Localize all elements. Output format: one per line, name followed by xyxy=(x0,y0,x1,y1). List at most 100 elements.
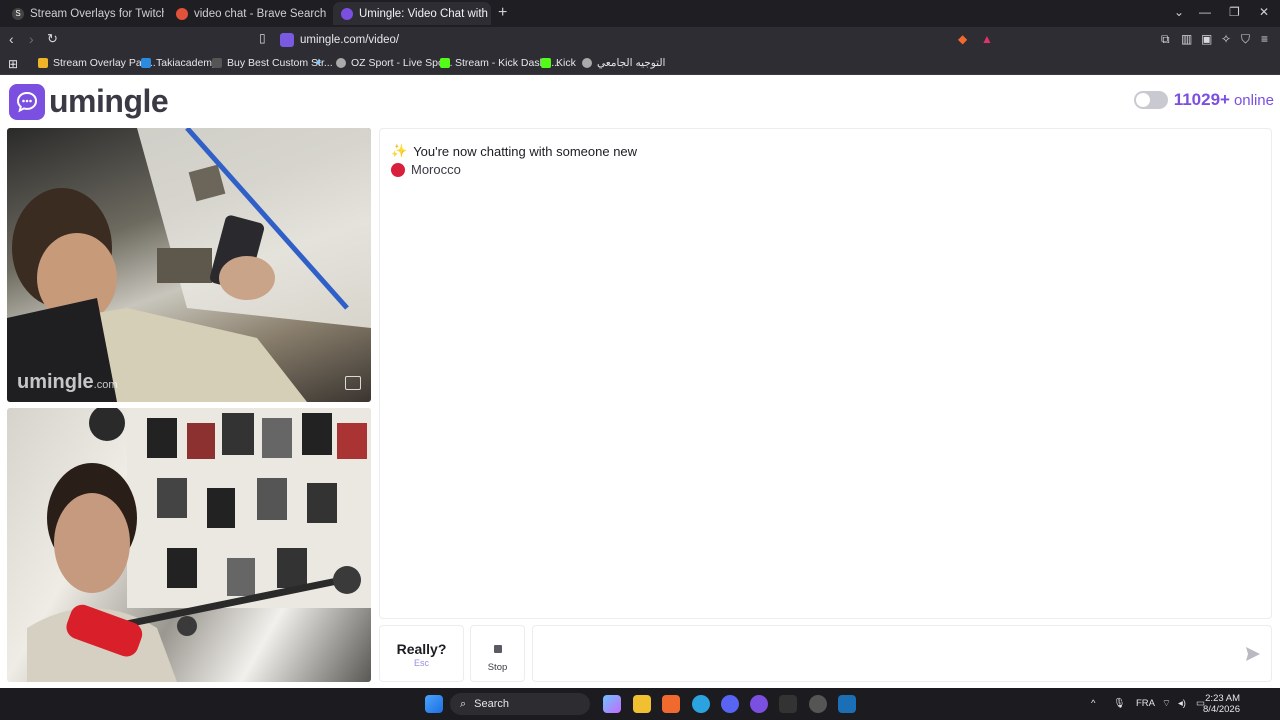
tab-list-chevron-icon[interactable]: ⌄ xyxy=(1174,5,1184,19)
apps-grid-icon[interactable]: ⊞ xyxy=(8,57,18,71)
wallet-icon[interactable]: ▣ xyxy=(1201,32,1212,46)
reload-icon[interactable]: ↻ xyxy=(47,31,58,47)
site-info-icon[interactable] xyxy=(280,33,294,47)
umingle-watermark: umingle.com xyxy=(17,371,118,393)
windows-start-icon[interactable] xyxy=(425,695,443,713)
sidebar-icon[interactable]: ▥ xyxy=(1181,32,1192,46)
bookmark-favicon-icon xyxy=(141,58,151,68)
tab-label: Umingle: Video Chat with Str xyxy=(359,7,491,20)
forward-icon[interactable]: › xyxy=(29,31,34,47)
microphone-icon[interactable]: 🎙 xyxy=(1113,698,1125,709)
bookmark-takiacademy[interactable]: Takiacademy xyxy=(141,57,217,69)
bookmark-kick[interactable]: Kick xyxy=(541,57,576,69)
send-icon[interactable] xyxy=(1245,646,1261,662)
bookmark-sparkle-icon[interactable]: ✦ xyxy=(314,57,323,69)
leo-ai-icon[interactable]: ✧ xyxy=(1221,32,1231,46)
address-bar[interactable]: umingle.com/video/ xyxy=(280,30,1000,50)
windows-taskbar: ⌕ Search ^ 🎙 FRA ⌔ ◂) ▭ 2:23 AM 8/4/2026 xyxy=(0,688,1280,720)
umingle-page: umingle 11029+ online umingle.com ✨ You'… xyxy=(0,76,1280,688)
discord-icon[interactable] xyxy=(721,695,739,713)
brave-rewards-icon[interactable]: ▲ xyxy=(981,32,993,46)
chat-bubble-icon xyxy=(9,83,45,120)
self-video-frame xyxy=(27,408,371,682)
window-close-icon[interactable]: ✕ xyxy=(1259,5,1269,19)
tray-chevron-icon[interactable]: ^ xyxy=(1091,698,1095,709)
stop-square-icon xyxy=(493,645,502,653)
bookmark-favicon-icon xyxy=(38,58,48,68)
bookmark-orientation[interactable]: التوجيه الجامعي xyxy=(582,57,665,69)
chat-panel: ✨ You're now chatting with someone new M… xyxy=(379,128,1272,619)
tab-umingle[interactable]: Umingle: Video Chat with Str ✕ xyxy=(333,2,491,25)
morocco-flag-icon xyxy=(391,162,405,177)
copilot-icon[interactable] xyxy=(603,695,621,713)
date: 8/4/2026 xyxy=(1203,704,1240,715)
tab-brave-search[interactable]: video chat - Brave Search xyxy=(168,2,330,25)
message-input[interactable] xyxy=(532,625,1272,682)
telegram-icon[interactable] xyxy=(692,695,710,713)
brave-shield-icon[interactable]: ◆ xyxy=(958,32,967,46)
language-indicator[interactable]: FRA xyxy=(1136,698,1155,709)
extensions-icon[interactable]: ⧉ xyxy=(1161,32,1170,47)
bookmark-favicon-icon xyxy=(212,58,222,68)
bookmark-stream-overlay[interactable]: Stream Overlay Pac... xyxy=(38,57,156,69)
vpn-icon[interactable]: ⛉ xyxy=(1241,32,1250,47)
online-indicator: 11029+ online xyxy=(1133,90,1274,110)
esc-hint: Esc xyxy=(413,658,429,668)
stop-button[interactable]: Stop xyxy=(470,625,525,682)
bookmark-label: التوجيه الجامعي xyxy=(597,57,666,69)
chat-controls: Really? Esc Stop xyxy=(379,625,1272,682)
back-icon[interactable]: ‹ xyxy=(9,31,14,47)
bookmark-label: OZ Sport - Live Spo... xyxy=(351,57,453,69)
steam-icon[interactable] xyxy=(838,695,856,713)
bookmark-label: Kick xyxy=(556,57,576,69)
umingle-favicon-icon xyxy=(341,7,353,20)
kick-icon xyxy=(440,58,450,68)
country-name: Morocco xyxy=(411,162,461,177)
system-message: ✨ You're now chatting with someone new xyxy=(391,143,637,159)
app-circle-icon[interactable] xyxy=(750,695,768,713)
stranger-video[interactable]: umingle.com xyxy=(7,128,371,402)
country-line: Morocco xyxy=(391,162,461,177)
taskbar-search[interactable]: ⌕ Search xyxy=(450,693,590,715)
tab-label: Stream Overlays for Twitch, YouTube xyxy=(30,7,164,20)
tab-stream-overlays[interactable]: S Stream Overlays for Twitch, YouTube xyxy=(4,2,164,25)
volume-icon[interactable]: ◂) xyxy=(1178,698,1186,709)
globe-icon xyxy=(582,58,592,68)
bookmarks-bar: ⊞ Stream Overlay Pac... Takiacademy Buy … xyxy=(0,53,1280,75)
brave-favicon-icon xyxy=(176,7,188,20)
minimize-icon[interactable]: — xyxy=(1199,5,1211,19)
stop-label: Stop xyxy=(487,662,508,673)
bookmark-label: Takiacademy xyxy=(156,57,218,69)
url-text: umingle.com/video/ xyxy=(300,34,400,46)
search-label: Search xyxy=(474,698,510,710)
bookmark-icon[interactable]: ▯ xyxy=(259,31,266,45)
really-label: Really? xyxy=(396,641,447,657)
kick-icon xyxy=(541,58,551,68)
wifi-icon[interactable]: ⌔ xyxy=(1162,698,1171,709)
report-flag-icon[interactable] xyxy=(345,376,361,390)
search-icon: ⌕ xyxy=(460,697,467,710)
time: 2:23 AM xyxy=(1205,693,1240,704)
really-skip-button[interactable]: Really? Esc xyxy=(379,625,464,682)
capcut-icon[interactable] xyxy=(779,695,797,713)
restore-icon[interactable]: ❐ xyxy=(1229,5,1240,19)
new-tab-icon[interactable]: + xyxy=(498,4,507,22)
taskbar-clock[interactable]: 2:23 AM 8/4/2026 xyxy=(1203,693,1240,715)
online-count: 11029+ xyxy=(1173,90,1230,109)
sparkle-icon: ✨ xyxy=(391,143,408,158)
umingle-logo[interactable]: umingle xyxy=(9,83,169,120)
browser-nav-bar: ‹ › ↻ ▯ umingle.com/video/ ◆ ▲ ⧉ ▥ ▣ ✧ ⛉… xyxy=(0,27,1280,53)
system-message-text: You're now chatting with someone new xyxy=(413,143,638,159)
logo-text: umingle xyxy=(49,83,169,119)
globe-icon xyxy=(336,58,346,68)
file-explorer-icon[interactable] xyxy=(633,695,651,713)
self-video xyxy=(7,408,371,682)
browser-tab-bar: S Stream Overlays for Twitch, YouTube vi… xyxy=(0,0,1280,27)
obs-icon[interactable] xyxy=(809,695,827,713)
brave-browser-icon[interactable] xyxy=(662,695,680,713)
tab-label: video chat - Brave Search xyxy=(194,7,327,20)
stranger-video-frame xyxy=(7,128,371,402)
bookmark-oz-sport[interactable]: OZ Sport - Live Spo... xyxy=(336,57,453,69)
theme-toggle[interactable] xyxy=(1133,91,1168,109)
menu-icon[interactable]: ≡ xyxy=(1261,32,1268,46)
